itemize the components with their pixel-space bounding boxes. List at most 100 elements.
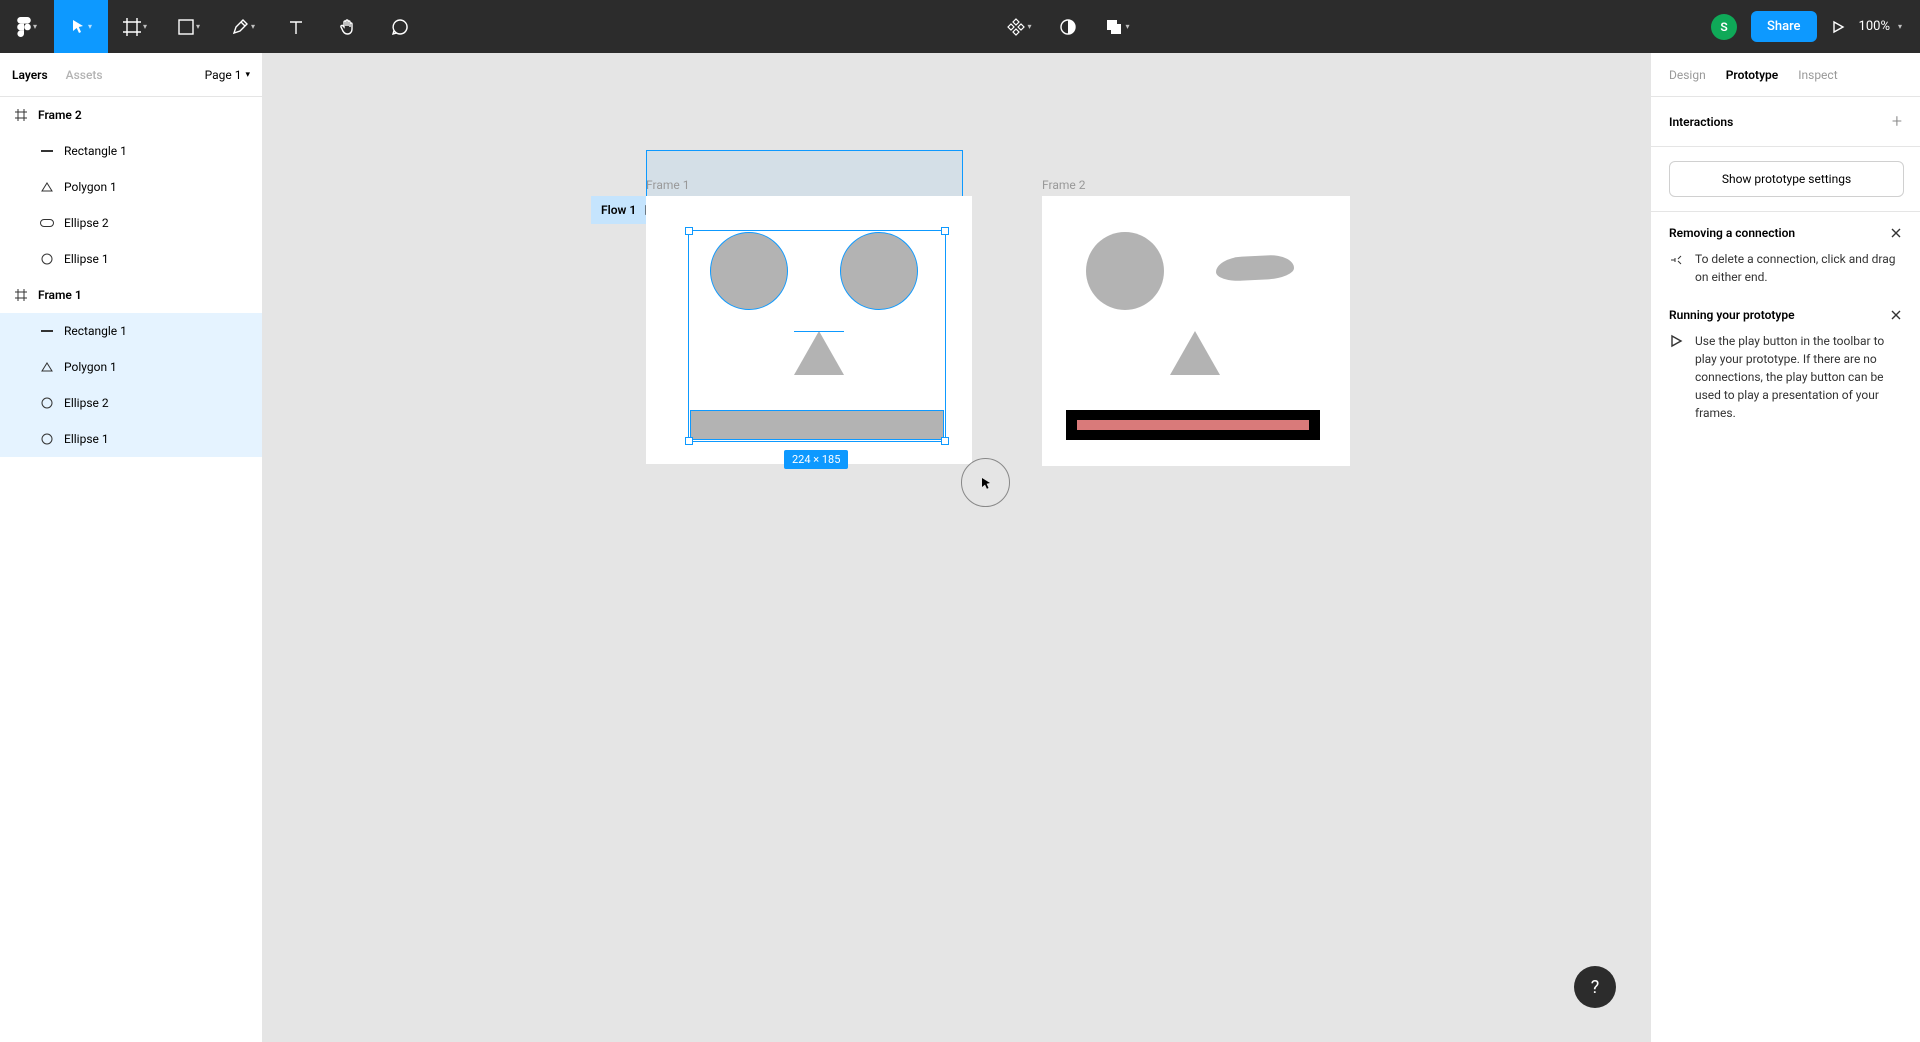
frame-icon: [123, 18, 141, 36]
layer-label: Polygon 1: [64, 180, 117, 194]
cursor-icon: [70, 19, 86, 35]
ellipse-2[interactable]: [840, 232, 918, 310]
flow-label: Flow 1: [601, 203, 636, 217]
layer-polygon-1b[interactable]: Polygon 1: [0, 349, 262, 385]
layer-label: Ellipse 2: [64, 396, 109, 410]
triangle-icon: [40, 360, 54, 374]
toolbar-right: S Share 100% ▾: [1711, 11, 1920, 42]
rectangle-1[interactable]: [1066, 410, 1320, 440]
polygon-1[interactable]: [794, 331, 844, 375]
layer-label: Ellipse 2: [64, 216, 109, 230]
pen-icon: [231, 18, 249, 36]
left-panel: Layers Assets Page 1 ▾ Frame 2 Rectangle…: [0, 53, 263, 1042]
tip-title-text: Removing a connection: [1669, 226, 1795, 240]
comment-icon: [391, 18, 409, 36]
zoom-value: 100%: [1859, 19, 1890, 34]
rectangle-icon: [178, 19, 194, 35]
ellipse-2[interactable]: [1216, 254, 1294, 282]
hand-icon: [339, 18, 357, 36]
hand-tool-button[interactable]: [322, 0, 374, 53]
main-area: Layers Assets Page 1 ▾ Frame 2 Rectangle…: [0, 53, 1920, 1042]
resize-handle-ne[interactable]: [941, 227, 949, 235]
pen-tool-button[interactable]: ▾: [216, 0, 270, 53]
layer-frame-1[interactable]: Frame 1: [0, 277, 262, 313]
mask-icon: [1059, 18, 1077, 36]
comment-tool-button[interactable]: [374, 0, 426, 53]
page-name: Page 1: [205, 68, 242, 82]
zoom-selector[interactable]: 100% ▾: [1859, 19, 1902, 34]
layer-ellipse-2a[interactable]: Ellipse 2: [0, 205, 262, 241]
show-prototype-settings-button[interactable]: Show prototype settings: [1669, 161, 1904, 197]
circle-icon: [40, 396, 54, 410]
tip-body-text: To delete a connection, click and drag o…: [1695, 250, 1902, 286]
text-tool-button[interactable]: [270, 0, 322, 53]
polygon-1[interactable]: [1170, 331, 1220, 375]
play-icon: [1669, 334, 1685, 422]
components-button[interactable]: ▾: [1007, 0, 1031, 53]
layer-ellipse-1b[interactable]: Ellipse 1: [0, 421, 262, 457]
frame-2-label[interactable]: Frame 2: [1042, 178, 1085, 192]
toolbar-center: ▾ ▾: [426, 0, 1711, 53]
chevron-down-icon: ▾: [1027, 22, 1031, 31]
tab-layers[interactable]: Layers: [12, 68, 48, 82]
present-button[interactable]: [1831, 20, 1845, 34]
right-panel-tabs: Design Prototype Inspect: [1651, 53, 1920, 97]
line-icon: [40, 324, 54, 338]
layer-list: Frame 2 Rectangle 1 Polygon 1 Ellipse 2 …: [0, 97, 262, 1042]
close-icon: [1890, 309, 1902, 321]
tip-title-text: Running your prototype: [1669, 308, 1795, 322]
share-button[interactable]: Share: [1751, 11, 1817, 42]
close-tip-button[interactable]: [1890, 309, 1902, 321]
page-selector[interactable]: Page 1 ▾: [205, 68, 250, 82]
tip-removing-connection: Removing a connection To delete a connec…: [1651, 212, 1920, 294]
circle-icon: [40, 252, 54, 266]
ellipse-1[interactable]: [1086, 232, 1164, 310]
main-menu-button[interactable]: ▾: [0, 0, 54, 53]
layer-ellipse-1a[interactable]: Ellipse 1: [0, 241, 262, 277]
chevron-down-icon: ▾: [251, 22, 255, 31]
tab-inspect[interactable]: Inspect: [1798, 68, 1837, 82]
tab-design[interactable]: Design: [1669, 68, 1706, 82]
tab-assets[interactable]: Assets: [66, 68, 103, 82]
frame-1-label[interactable]: Frame 1: [646, 178, 689, 192]
tab-prototype[interactable]: Prototype: [1726, 68, 1779, 82]
move-tool-button[interactable]: ▾: [54, 0, 108, 53]
rectangle-1[interactable]: [690, 410, 944, 440]
union-icon: [1105, 18, 1123, 36]
cursor-icon: [980, 477, 992, 489]
canvas[interactable]: Flow 1 Frame 1 224 × 185 Frame 2: [263, 53, 1650, 1042]
resize-handle-nw[interactable]: [685, 227, 693, 235]
close-tip-button[interactable]: [1890, 227, 1902, 239]
chevron-down-icon: ▾: [1898, 22, 1902, 31]
add-interaction-button[interactable]: +: [1892, 111, 1902, 132]
layer-label: Frame 1: [38, 288, 82, 302]
line-icon: [40, 144, 54, 158]
layer-label: Ellipse 1: [64, 432, 109, 446]
mask-button[interactable]: [1059, 18, 1077, 36]
triangle-icon: [40, 180, 54, 194]
ellipse-1[interactable]: [710, 232, 788, 310]
layer-frame-2[interactable]: Frame 2: [0, 97, 262, 133]
frame-tool-button[interactable]: ▾: [108, 0, 162, 53]
cursor-indicator: [961, 458, 1010, 507]
frame-1[interactable]: Frame 1: [646, 196, 972, 464]
chevron-down-icon: ▾: [143, 22, 147, 31]
chevron-down-icon: ▾: [245, 70, 250, 80]
close-icon: [1890, 227, 1902, 239]
left-panel-tabs: Layers Assets Page 1 ▾: [0, 53, 262, 97]
boolean-button[interactable]: ▾: [1105, 0, 1129, 53]
layer-ellipse-2b[interactable]: Ellipse 2: [0, 385, 262, 421]
layer-label: Frame 2: [38, 108, 82, 122]
right-panel: Design Prototype Inspect Interactions + …: [1650, 53, 1920, 1042]
layer-label: Rectangle 1: [64, 144, 127, 158]
layer-rectangle-1b[interactable]: Rectangle 1: [0, 313, 262, 349]
user-avatar[interactable]: S: [1711, 14, 1737, 40]
play-icon: [1831, 20, 1845, 34]
layer-rectangle-1a[interactable]: Rectangle 1: [0, 133, 262, 169]
shape-tool-button[interactable]: ▾: [162, 0, 216, 53]
layer-polygon-1a[interactable]: Polygon 1: [0, 169, 262, 205]
chevron-down-icon: ▾: [33, 22, 37, 31]
frame-2[interactable]: Frame 2: [1042, 196, 1350, 466]
help-button[interactable]: ?: [1574, 966, 1616, 1008]
circle-icon: [40, 432, 54, 446]
